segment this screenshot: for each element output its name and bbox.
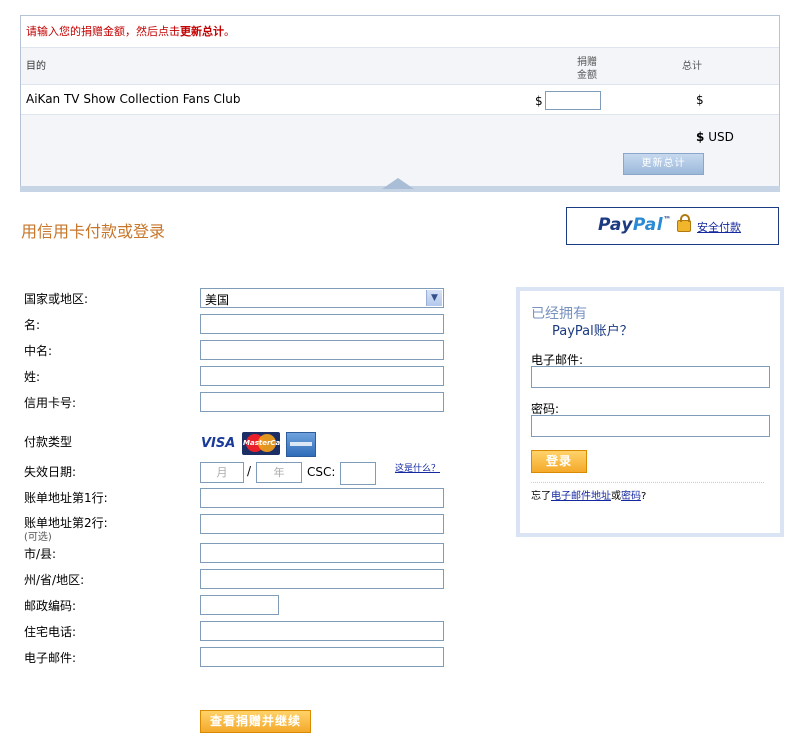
column-header-amount: 捐赠 金额	[567, 56, 607, 82]
country-select[interactable]: 美国 ▼	[200, 288, 444, 308]
amount-header-line2: 金额	[577, 70, 597, 81]
state-label: 州/省/地区:	[24, 573, 85, 587]
country-select-value: 美国	[205, 293, 230, 307]
review-donation-continue-button[interactable]: 查看捐赠并继续	[200, 710, 311, 733]
csc-field[interactable]	[340, 462, 376, 485]
payment-type-label: 付款类型	[24, 435, 73, 449]
phone-label: 住宅电话:	[24, 625, 77, 639]
address1-field[interactable]	[200, 488, 444, 508]
login-email-field[interactable]	[531, 366, 770, 388]
whats-this-link[interactable]: 这是什么？	[395, 461, 440, 474]
forgot-prefix: 忘了	[531, 491, 551, 502]
card-number-label: 信用卡号:	[24, 396, 77, 410]
visa-card-icon[interactable]: VISA	[201, 432, 237, 455]
forgot-or: 或	[611, 491, 621, 502]
email-label: 电子邮件:	[24, 651, 77, 665]
last-name-field[interactable]	[200, 366, 444, 386]
expiry-month-field[interactable]: 月	[200, 462, 244, 483]
item-total: $	[696, 93, 704, 107]
lock-icon	[677, 214, 691, 232]
city-label: 市/县:	[24, 547, 57, 561]
login-divider	[531, 482, 764, 483]
grand-total-symbol: $	[696, 130, 705, 144]
currency-symbol: $	[535, 94, 543, 108]
grand-total-currency: USD	[708, 130, 734, 144]
zip-field[interactable]	[200, 595, 279, 615]
amount-header-line1: 捐赠	[577, 57, 597, 68]
state-field[interactable]	[200, 569, 444, 589]
address2-field[interactable]	[200, 514, 444, 534]
chevron-down-icon[interactable]: ▼	[426, 290, 442, 306]
csc-label: CSC:	[307, 465, 336, 479]
expiry-slash: /	[247, 464, 252, 478]
middle-name-field[interactable]	[200, 340, 444, 360]
amex-card-icon[interactable]	[286, 432, 316, 457]
donation-cart-panel: 请输入您的捐赠金额，然后点击更新总计。 目的 捐赠 金额 总计 AiKan TV …	[20, 15, 780, 188]
forgot-password-link[interactable]: 密码	[621, 491, 641, 502]
paypal-logo-part1: Pay	[598, 215, 633, 235]
paypal-tm: ™	[663, 215, 672, 224]
cart-footer-band	[21, 115, 779, 187]
mastercard-icon[interactable]: MasterCard	[242, 432, 280, 455]
zip-label: 邮政编码:	[24, 599, 77, 613]
amex-stripe	[290, 442, 312, 446]
cart-item-name: AiKan TV Show Collection Fans Club	[26, 92, 241, 106]
cart-instruction: 请输入您的捐赠金额，然后点击更新总计。	[26, 23, 235, 39]
cart-header-band	[21, 47, 779, 85]
phone-field[interactable]	[200, 621, 444, 641]
paypal-secure-badge: PayPal™ 安全付款	[566, 207, 779, 245]
instruction-text: 请输入您的捐赠金额，然后点击	[26, 25, 180, 38]
update-total-button[interactable]: 更新总计	[623, 153, 704, 175]
forgot-suffix: ?	[641, 491, 647, 502]
address2-optional-note: (可选)	[24, 532, 52, 543]
expiry-year-field[interactable]: 年	[256, 462, 302, 483]
page-title: 用信用卡付款或登录	[21, 222, 166, 241]
forgot-email-link[interactable]: 电子邮件地址	[551, 491, 611, 502]
column-header-purpose: 目的	[26, 61, 46, 72]
secure-payment-link[interactable]: 安全付款	[697, 219, 741, 235]
first-name-field[interactable]	[200, 314, 444, 334]
address1-label: 账单地址第1行:	[24, 491, 108, 505]
city-field[interactable]	[200, 543, 444, 563]
middle-name-label: 中名:	[24, 344, 53, 358]
column-header-total: 总计	[682, 61, 702, 72]
paypal-logo: PayPal™	[598, 215, 672, 235]
first-name-label: 名:	[24, 318, 41, 332]
last-name-label: 姓:	[24, 370, 41, 384]
instruction-suffix: 。	[224, 25, 235, 38]
grand-total: $ USD	[696, 130, 734, 144]
forgot-credentials: 忘了电子邮件地址或密码?	[531, 487, 646, 502]
login-password-field[interactable]	[531, 415, 770, 437]
email-field[interactable]	[200, 647, 444, 667]
expiry-label: 失效日期:	[24, 465, 77, 479]
login-title-line2: PayPal账户？	[552, 324, 633, 339]
instruction-bold-text: 更新总计	[180, 25, 224, 38]
card-number-field[interactable]	[200, 392, 444, 412]
paypal-login-panel: 已经拥有 PayPal账户？ 电子邮件: 密码: 登录 忘了电子邮件地址或密码?	[516, 287, 784, 537]
paypal-logo-part2: Pal	[632, 215, 664, 235]
donation-amount-input[interactable]	[545, 91, 601, 110]
country-label: 国家或地区:	[24, 292, 89, 306]
mastercard-text: MasterCard	[243, 439, 280, 447]
login-button[interactable]: 登录	[531, 450, 587, 473]
visa-text: VISA	[201, 436, 236, 451]
collapse-arrow-icon[interactable]	[382, 178, 414, 189]
